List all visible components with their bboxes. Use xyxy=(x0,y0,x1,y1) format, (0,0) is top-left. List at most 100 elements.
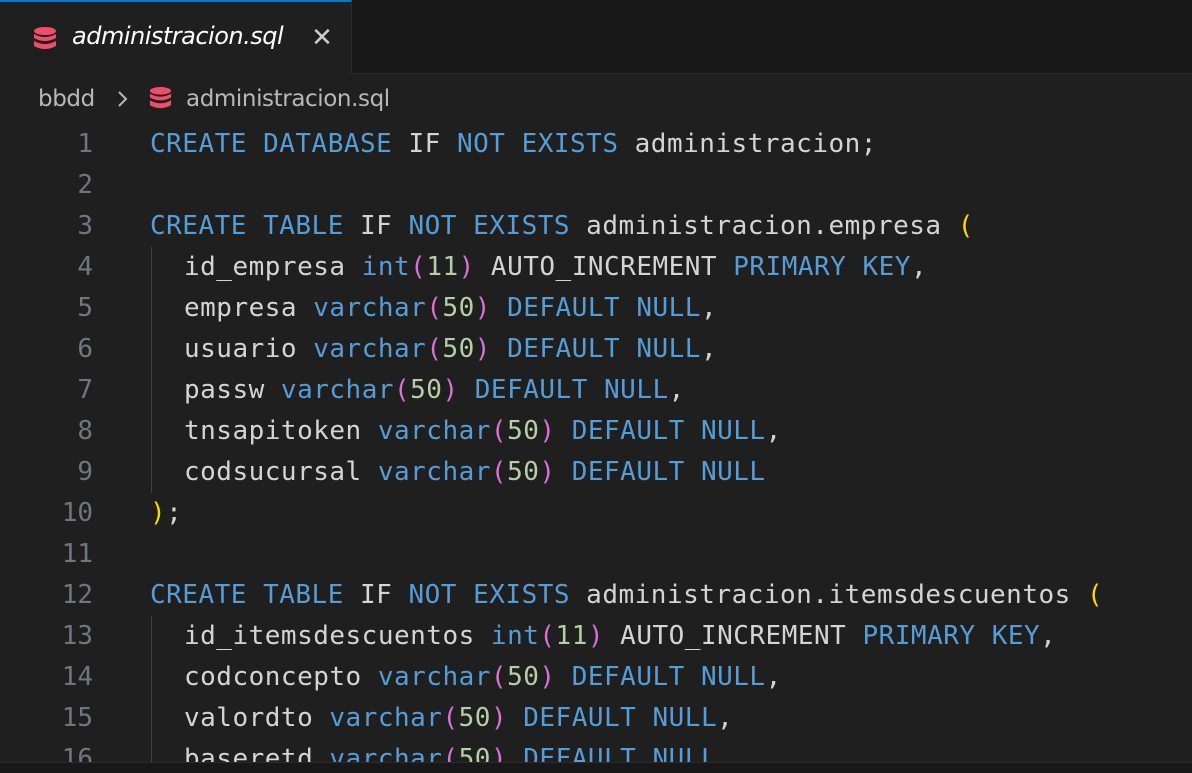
breadcrumb-folder[interactable]: bbdd xyxy=(38,86,95,112)
breadcrumb-file[interactable]: administracion.sql xyxy=(186,86,390,112)
code-text: CREATE TABLE IF NOT EXISTS administracio… xyxy=(150,206,974,247)
code-token: KEY xyxy=(991,621,1041,651)
code-text: ); xyxy=(150,493,182,534)
code-token: 50 xyxy=(507,416,540,446)
code-token: CREATE xyxy=(150,211,247,241)
code-line[interactable]: 15 valordto varchar(50) DEFAULT NULL, xyxy=(0,698,1192,739)
code-line[interactable]: 6 usuario varchar(50) DEFAULT NULL, xyxy=(0,329,1192,370)
code-token: AUTO_INCREMENT xyxy=(474,252,734,282)
code-token: TABLE xyxy=(263,580,344,610)
code-text: CREATE DATABASE IF NOT EXISTS administra… xyxy=(150,124,877,165)
code-token: varchar xyxy=(280,375,394,405)
code-token: PRIMARY xyxy=(862,621,976,651)
code-line[interactable]: 8 tnsapitoken varchar(50) DEFAULT NULL, xyxy=(0,411,1192,452)
code-token: ( xyxy=(490,457,508,487)
code-token: 50 xyxy=(410,375,443,405)
code-token: , xyxy=(668,375,685,405)
line-number: 14 xyxy=(61,662,93,692)
code-line[interactable]: 14 codconcepto varchar(50) DEFAULT NULL, xyxy=(0,657,1192,698)
code-token: PRIMARY xyxy=(733,252,847,282)
line-number: 2 xyxy=(77,170,93,200)
code-token: usuario xyxy=(184,334,314,364)
code-text: id_empresa int(11) AUTO_INCREMENT PRIMAR… xyxy=(184,247,927,288)
code-token: ( xyxy=(426,293,443,323)
line-number: 15 xyxy=(61,703,93,733)
code-token: varchar xyxy=(313,334,427,364)
code-line[interactable]: 10); xyxy=(0,493,1192,534)
code-token: 50 xyxy=(507,457,540,487)
close-icon[interactable]: ✕ xyxy=(307,20,337,56)
code-token: IF xyxy=(360,211,393,241)
code-token: valordto xyxy=(184,703,330,733)
code-token: EXISTS xyxy=(521,129,619,159)
code-token: NULL xyxy=(636,334,701,364)
code-token: ( xyxy=(490,662,508,692)
code-token: ) xyxy=(490,703,508,733)
code-token: 50 xyxy=(458,703,491,733)
code-token: , xyxy=(717,703,734,733)
editor-bottom-edge xyxy=(0,762,1192,773)
code-token: 11 xyxy=(426,252,459,282)
code-token: DEFAULT xyxy=(571,457,685,487)
code-token: administracion.itemsdescuentos xyxy=(570,580,1087,610)
code-token: id_empresa xyxy=(184,252,362,282)
indent-guide xyxy=(151,370,152,411)
code-token: int xyxy=(361,252,411,282)
tab-title: administracion.sql xyxy=(72,22,284,50)
code-text: id_itemsdescuentos int(11) AUTO_INCREMEN… xyxy=(184,616,1056,657)
code-line[interactable]: 5 empresa varchar(50) DEFAULT NULL, xyxy=(0,288,1192,329)
code-line[interactable]: 11 xyxy=(0,534,1192,575)
code-text: valordto varchar(50) DEFAULT NULL, xyxy=(184,698,733,739)
code-token: ( xyxy=(957,211,974,241)
code-token: , xyxy=(910,252,928,282)
code-token: , xyxy=(700,334,718,364)
code-line[interactable]: 12 CREATE TABLE IF NOT EXISTS administrac… xyxy=(0,575,1192,616)
code-line[interactable]: 9 codsucursal varchar(50) DEFAULT NULL xyxy=(0,452,1192,493)
code-token: TABLE xyxy=(263,211,344,241)
code-token: AUTO_INCREMENT xyxy=(604,621,863,651)
code-token: ) xyxy=(474,293,491,323)
tab-bar: administracion.sql ✕ xyxy=(0,0,1192,74)
code-token: ( xyxy=(442,703,459,733)
code-token: 11 xyxy=(555,621,588,651)
code-token: 50 xyxy=(442,334,475,364)
code-editor[interactable]: 1 CREATE DATABASE IF NOT EXISTS administr… xyxy=(0,124,1192,772)
code-line[interactable]: 1 CREATE DATABASE IF NOT EXISTS administr… xyxy=(0,124,1192,165)
indent-guide xyxy=(151,329,152,370)
code-token: varchar xyxy=(329,703,443,733)
code-token: int xyxy=(490,621,540,651)
breadcrumb: bbdd administracion.sql xyxy=(0,74,1192,126)
line-number: 5 xyxy=(77,293,93,323)
code-token: ) xyxy=(539,416,556,446)
indent-guide xyxy=(151,452,152,493)
code-line[interactable]: 4 id_empresa int(11) AUTO_INCREMENT PRIMA… xyxy=(0,247,1192,288)
code-line[interactable]: 3 CREATE TABLE IF NOT EXISTS administraci… xyxy=(0,206,1192,247)
code-text: codconcepto varchar(50) DEFAULT NULL, xyxy=(184,657,782,698)
code-token: ) xyxy=(539,662,556,692)
code-token: 50 xyxy=(442,293,475,323)
indent-guide xyxy=(151,657,152,698)
code-token: ( xyxy=(539,621,556,651)
code-token: tnsapitoken xyxy=(184,416,378,446)
code-line[interactable]: 2 xyxy=(0,165,1192,206)
tab-administracion-sql[interactable]: administracion.sql ✕ xyxy=(0,0,352,74)
code-line[interactable]: 13 id_itemsdescuentos int(11) AUTO_INCREM… xyxy=(0,616,1192,657)
code-token: DEFAULT xyxy=(571,662,685,692)
code-line[interactable]: 7 passw varchar(50) DEFAULT NULL, xyxy=(0,370,1192,411)
code-text: passw varchar(50) DEFAULT NULL, xyxy=(184,370,685,411)
code-token: CREATE xyxy=(150,580,247,610)
